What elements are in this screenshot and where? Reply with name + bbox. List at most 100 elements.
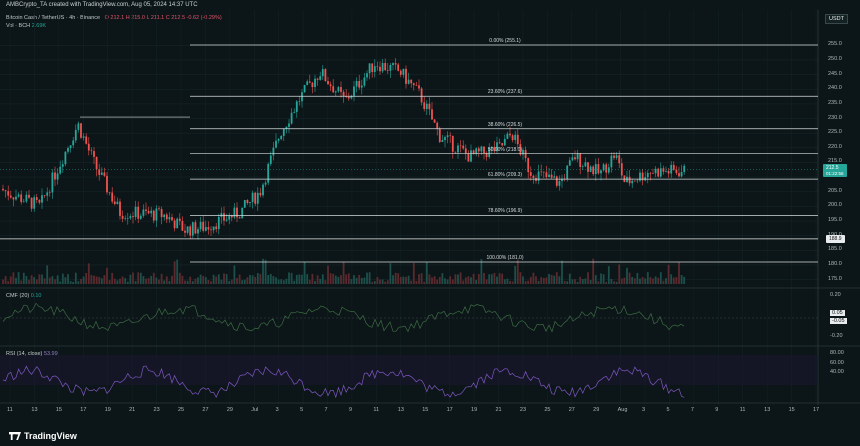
time-tick: Aug xyxy=(617,407,628,413)
volume-bar xyxy=(584,278,587,284)
candle-body xyxy=(119,201,121,216)
volume-bar xyxy=(568,273,571,284)
volume-bar xyxy=(490,274,493,284)
volume-bar xyxy=(467,276,470,284)
candle-body xyxy=(87,143,90,151)
candle-body xyxy=(332,86,335,93)
candle-body xyxy=(223,213,225,221)
chart-grid xyxy=(0,10,860,405)
candle-body xyxy=(644,177,647,181)
candle-body xyxy=(142,209,145,216)
candle-body xyxy=(290,112,293,124)
volume-bar xyxy=(475,279,478,284)
candle-body xyxy=(217,216,220,230)
time-tick: 13 xyxy=(31,407,38,413)
rsi-legend[interactable]: RSI (14, close) 53.99 xyxy=(6,351,58,357)
volume-bar xyxy=(420,273,423,284)
volume-bar xyxy=(15,277,17,284)
candle-body xyxy=(303,84,306,93)
candle-body xyxy=(360,85,363,88)
volume-bar xyxy=(589,279,592,284)
candle-body xyxy=(428,103,431,110)
candle-body xyxy=(308,81,311,83)
time-tick: 29 xyxy=(593,407,600,413)
candle-body xyxy=(373,66,376,72)
volume-bar xyxy=(566,281,569,284)
volume-bar xyxy=(535,276,537,284)
candle-body xyxy=(293,111,296,113)
volume-bar xyxy=(662,280,665,284)
candle-body xyxy=(392,63,394,66)
rsi-label: RSI (14, close) xyxy=(6,351,43,357)
volume-bar xyxy=(69,281,72,284)
volume-bar xyxy=(124,278,127,284)
candle-body xyxy=(459,145,462,147)
candle-body xyxy=(259,192,262,196)
volume-bars xyxy=(2,258,686,284)
candle-body xyxy=(316,78,319,80)
fib-label: 78.60% (196.9) xyxy=(487,208,523,215)
candle-body xyxy=(587,162,589,172)
volume-bar xyxy=(509,280,511,284)
volume-bar xyxy=(514,265,517,284)
chart-canvas[interactable] xyxy=(0,0,860,446)
candle-body xyxy=(381,62,384,72)
candle-body xyxy=(649,173,652,174)
volume-bar xyxy=(12,272,15,284)
candle-body xyxy=(454,151,457,153)
volume-bar xyxy=(576,281,579,284)
cmf-legend[interactable]: CMF (20) 0.10 xyxy=(6,293,41,299)
candle-body xyxy=(139,215,142,219)
volume-bar xyxy=(672,277,675,284)
volume-bar xyxy=(384,281,387,284)
candle-body xyxy=(275,140,277,148)
fib-label: 61.80% (209.3) xyxy=(487,172,523,179)
candle-body xyxy=(506,133,509,139)
volume-bar xyxy=(358,274,361,284)
candle-body xyxy=(324,69,327,82)
volume-bar xyxy=(254,276,257,284)
candle-body xyxy=(145,209,147,211)
volume-bar xyxy=(345,274,348,284)
volume-bar xyxy=(542,277,545,284)
rsi-tick: 60.00 xyxy=(830,360,844,366)
time-tick: 5 xyxy=(666,407,670,413)
candle-body xyxy=(194,222,197,234)
time-tick: 5 xyxy=(300,407,304,413)
volume-bar xyxy=(311,273,314,284)
volume-bar xyxy=(379,279,381,284)
candle-body xyxy=(295,101,298,112)
volume-bar xyxy=(319,278,322,284)
candle-body xyxy=(256,192,259,204)
candle-body xyxy=(581,166,584,168)
candle-body xyxy=(132,216,134,218)
volume-bar xyxy=(472,273,475,284)
time-tick: 23 xyxy=(519,407,527,413)
volume-bar xyxy=(246,277,249,284)
volume-bar xyxy=(524,281,527,284)
candle-body xyxy=(613,155,615,158)
candle-body xyxy=(277,139,280,141)
volume-bar xyxy=(444,278,446,284)
volume-bar xyxy=(207,279,210,284)
candle-body xyxy=(124,218,127,219)
candle-body xyxy=(33,197,36,209)
candle-body xyxy=(423,102,426,109)
candle-body xyxy=(548,174,550,177)
volume-bar xyxy=(132,272,134,284)
candle-body xyxy=(134,206,137,218)
volume-bar xyxy=(308,279,311,284)
candle-body xyxy=(238,217,241,219)
volume-bar xyxy=(628,272,631,284)
candle-body xyxy=(665,170,667,172)
candle-body xyxy=(540,171,543,173)
candle-body xyxy=(568,160,571,166)
volume-bar xyxy=(631,276,634,284)
candle-body xyxy=(267,163,270,183)
candle-body xyxy=(311,82,314,88)
candle-body xyxy=(7,191,10,196)
candle-body xyxy=(394,63,397,65)
volume-bar xyxy=(324,280,327,284)
volume-bar xyxy=(353,275,355,284)
tradingview-logo[interactable]: TradingView xyxy=(9,431,77,441)
